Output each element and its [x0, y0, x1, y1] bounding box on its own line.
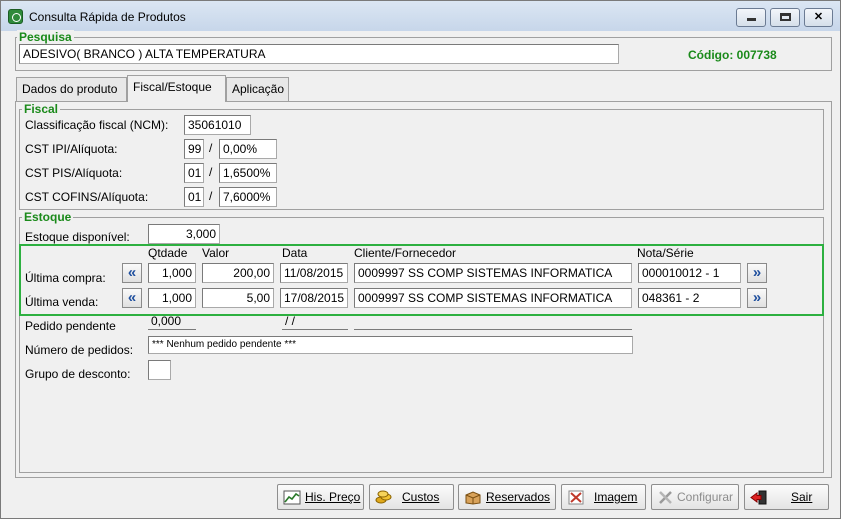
tab-aplicacao[interactable]: Aplicação — [226, 77, 289, 101]
search-input[interactable]: ADESIVO( BRANCO ) ALTA TEMPERATURA — [19, 44, 619, 64]
pis-aliquota-field[interactable]: 1,6500% — [219, 163, 277, 183]
cofins-aliquota-field[interactable]: 7,6000% — [219, 187, 277, 207]
tools-icon — [659, 491, 672, 504]
highlight-box — [19, 244, 824, 316]
ncm-field[interactable]: 35061010 — [184, 115, 251, 135]
ipi-cst-field[interactable]: 99 — [184, 139, 204, 159]
maximize-icon — [779, 13, 791, 21]
ipi-label: CST IPI/Alíquota: — [25, 142, 118, 156]
pedido-pendente-qtdade[interactable]: 0,000 — [148, 313, 196, 330]
pesquisa-title: Pesquisa — [17, 30, 74, 44]
his-preco-button[interactable]: His. Preço — [277, 484, 364, 510]
title-bar: Consulta Rápida de Produtos ✕ — [1, 1, 840, 31]
sair-button[interactable]: Sair — [744, 484, 829, 510]
tab-fiscal-estoque[interactable]: Fiscal/Estoque — [127, 75, 226, 102]
maximize-button[interactable] — [770, 8, 800, 27]
window-title: Consulta Rápida de Produtos — [29, 10, 186, 24]
pis-cst-field[interactable]: 01 — [184, 163, 204, 183]
chart-icon — [283, 490, 301, 505]
imagem-label: Imagem — [594, 490, 638, 504]
main-window: Consulta Rápida de Produtos ✕ Pesquisa A… — [0, 0, 841, 519]
numero-pedidos-label: Número de pedidos: — [25, 343, 134, 357]
tab-label: Aplicação — [232, 82, 285, 96]
fiscal-title: Fiscal — [22, 102, 61, 116]
close-button[interactable]: ✕ — [804, 8, 833, 27]
configurar-label: Configurar — [677, 490, 734, 504]
reservados-button[interactable]: Reservados — [458, 484, 556, 510]
pedido-pendente-data[interactable]: / / — [282, 313, 348, 330]
tab-label: Fiscal/Estoque — [133, 80, 212, 94]
app-icon — [8, 9, 23, 24]
configurar-button[interactable]: Configurar — [651, 484, 739, 510]
ipi-separator: / — [209, 141, 213, 155]
grupo-desconto-field[interactable] — [148, 360, 171, 380]
custos-label: Custos — [402, 490, 440, 504]
imagem-button[interactable]: Imagem — [561, 484, 646, 510]
pedido-pendente-cliente[interactable] — [354, 313, 632, 330]
his-preco-label: His. Preço — [305, 490, 361, 504]
tab-dados-produto[interactable]: Dados do produto — [16, 77, 127, 101]
estoque-disponivel-label: Estoque disponível: — [25, 230, 130, 244]
cofins-separator: / — [209, 189, 213, 203]
close-icon: ✕ — [813, 11, 824, 23]
numero-pedidos-field[interactable]: *** Nenhum pedido pendente *** — [148, 336, 633, 354]
image-icon — [568, 490, 584, 505]
exit-icon — [750, 490, 767, 505]
coins-icon — [375, 490, 392, 504]
ncm-label: Classificação fiscal (NCM): — [25, 118, 169, 132]
pis-separator: / — [209, 165, 213, 179]
sair-label: Sair — [791, 490, 813, 504]
pis-label: CST PIS/Alíquota: — [25, 166, 123, 180]
minimize-button[interactable] — [736, 8, 766, 27]
ipi-aliquota-field[interactable]: 0,00% — [219, 139, 277, 159]
product-code: Código: 007738 — [688, 48, 777, 62]
pedido-pendente-label: Pedido pendente — [25, 319, 116, 333]
cofins-cst-field[interactable]: 01 — [184, 187, 204, 207]
estoque-title: Estoque — [22, 210, 74, 224]
cofins-label: CST COFINS/Alíquota: — [25, 190, 149, 204]
tab-label: Dados do produto — [22, 82, 118, 96]
box-icon — [465, 491, 481, 505]
grupo-desconto-label: Grupo de desconto: — [25, 367, 131, 381]
minimize-icon — [746, 18, 756, 21]
estoque-disponivel-field[interactable]: 3,000 — [148, 224, 220, 244]
custos-button[interactable]: Custos — [369, 484, 454, 510]
reservados-label: Reservados — [486, 490, 551, 504]
